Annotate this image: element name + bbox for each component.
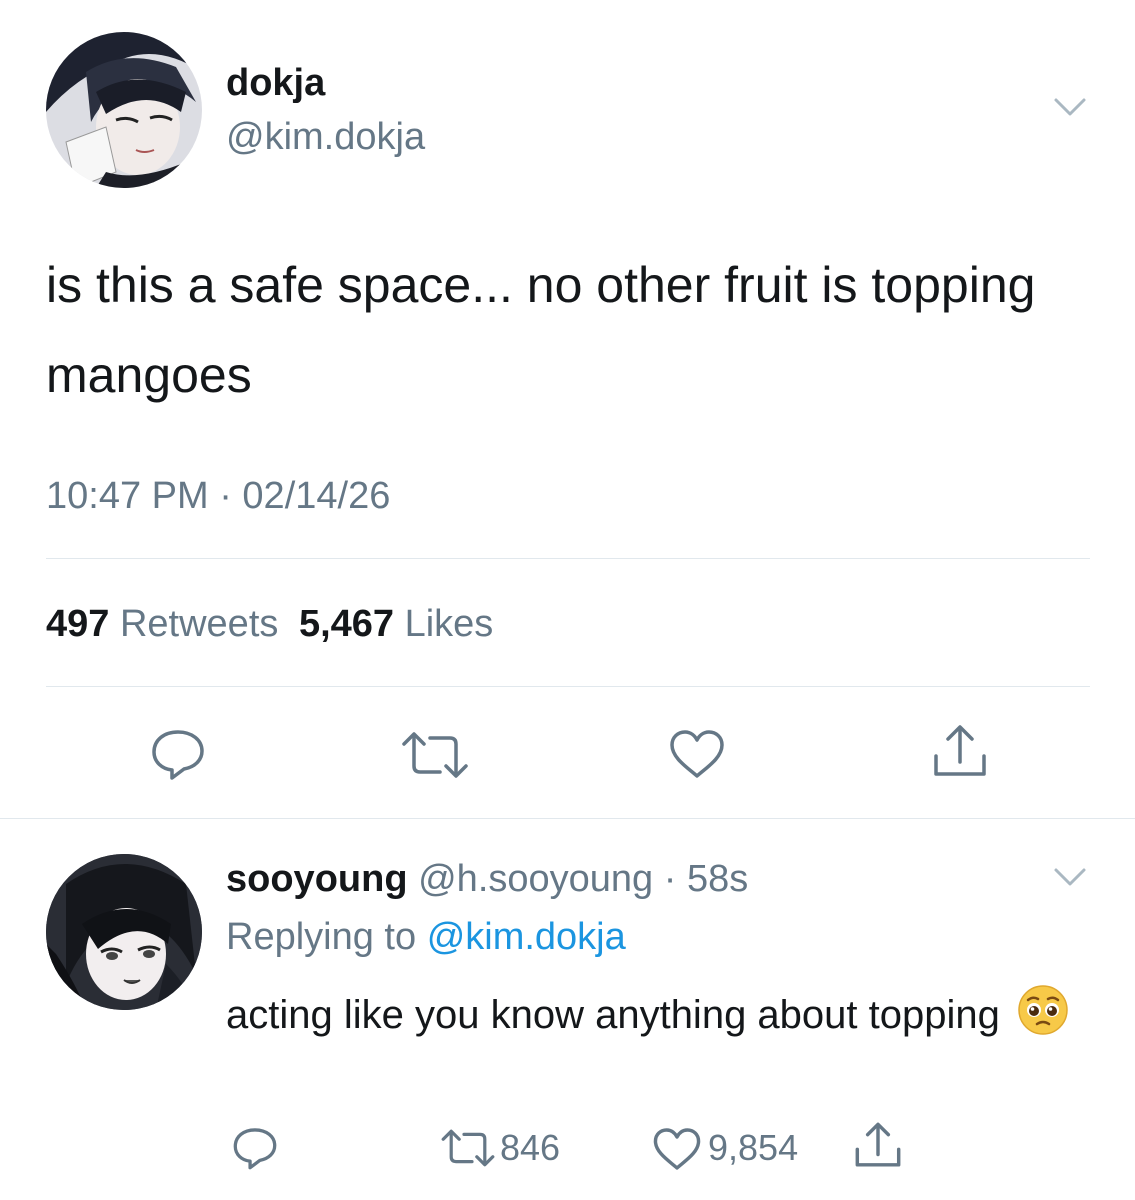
divider [46, 558, 1090, 559]
author-handle[interactable]: @kim.dokja [226, 114, 425, 160]
retweets-count[interactable]: 497 [46, 603, 109, 645]
reply-retweet-count[interactable]: 846 [500, 1128, 560, 1168]
pleading-face-emoji [1017, 984, 1069, 1052]
divider [46, 686, 1090, 687]
reply-tweet-text: acting like you know anything about topp… [226, 984, 1086, 1052]
reply-icon[interactable] [150, 728, 206, 780]
chevron-down-icon[interactable] [1050, 862, 1090, 892]
retweets-label[interactable]: Retweets [120, 603, 278, 645]
replying-handle-link[interactable]: @kim.dokja [427, 916, 626, 958]
reply-text-content: acting like you know anything about topp… [226, 993, 1000, 1037]
reply-author-avatar[interactable] [46, 854, 202, 1010]
engagement-stats: 497 Retweets 5,467 Likes [46, 600, 493, 648]
retweet-icon[interactable] [400, 730, 470, 780]
tweet-timestamp[interactable]: 10:47 PM · 02/14/26 [46, 472, 390, 520]
divider [0, 818, 1135, 819]
retweet-icon[interactable] [440, 1128, 496, 1168]
heart-icon[interactable] [668, 728, 726, 780]
likes-count[interactable]: 5,467 [299, 603, 394, 645]
reply-handle-time[interactable]: @h.sooyoung · 58s [418, 858, 748, 900]
reply-display-name[interactable]: sooyoung [226, 858, 408, 900]
author-avatar[interactable] [46, 32, 202, 188]
reply-like-count[interactable]: 9,854 [708, 1128, 798, 1168]
reply-icon[interactable] [232, 1126, 278, 1170]
author-display-name[interactable]: dokja [226, 60, 325, 106]
replying-to: Replying to @kim.dokja [226, 914, 626, 960]
replying-prefix: Replying to [226, 916, 417, 958]
heart-icon[interactable] [652, 1126, 702, 1172]
reply-header: sooyoung @h.sooyoung · 58s [226, 856, 748, 902]
chevron-down-icon[interactable] [1050, 92, 1090, 122]
tweet-text: is this a safe space... no other fruit i… [46, 257, 1036, 403]
share-icon[interactable] [930, 722, 990, 780]
likes-label[interactable]: Likes [405, 603, 494, 645]
share-icon[interactable] [852, 1120, 904, 1170]
